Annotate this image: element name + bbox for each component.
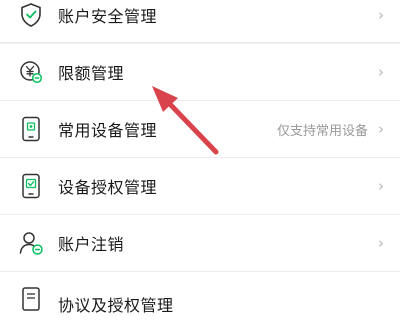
yen-limit-icon (18, 59, 44, 85)
menu-item-common-devices[interactable]: 常用设备管理 仅支持常用设备 › (0, 101, 400, 157)
chevron-right-icon: › (378, 234, 384, 252)
chevron-right-icon: › (378, 63, 384, 81)
menu-item-device-authorization[interactable]: 设备授权管理 › (0, 158, 400, 214)
menu-item-label: 常用设备管理 (58, 121, 158, 140)
menu-item-label: 协议及授权管理 (58, 296, 174, 315)
document-icon (18, 286, 44, 312)
common-device-hint: 仅支持常用设备 (276, 123, 368, 139)
chevron-right-icon: › (378, 177, 384, 195)
menu-item-account-security[interactable]: 账户安全管理 › (0, 0, 400, 42)
menu-item-agreements[interactable]: 协议及授权管理 (0, 272, 400, 328)
menu-item-label: 账户安全管理 (58, 7, 158, 26)
phone-device-icon (18, 116, 44, 142)
chevron-right-icon: › (378, 6, 384, 24)
menu-item-label: 限额管理 (58, 64, 125, 83)
menu-item-limit-management[interactable]: 限额管理 › (0, 44, 400, 100)
menu-item-label: 设备授权管理 (58, 178, 158, 197)
menu-item-account-cancellation[interactable]: 账户注销 › (0, 215, 400, 271)
shield-check-icon (18, 2, 44, 28)
menu-item-label: 账户注销 (58, 235, 125, 254)
chevron-right-icon: › (378, 120, 384, 138)
user-remove-icon (18, 230, 44, 256)
phone-authorize-icon (18, 173, 44, 199)
